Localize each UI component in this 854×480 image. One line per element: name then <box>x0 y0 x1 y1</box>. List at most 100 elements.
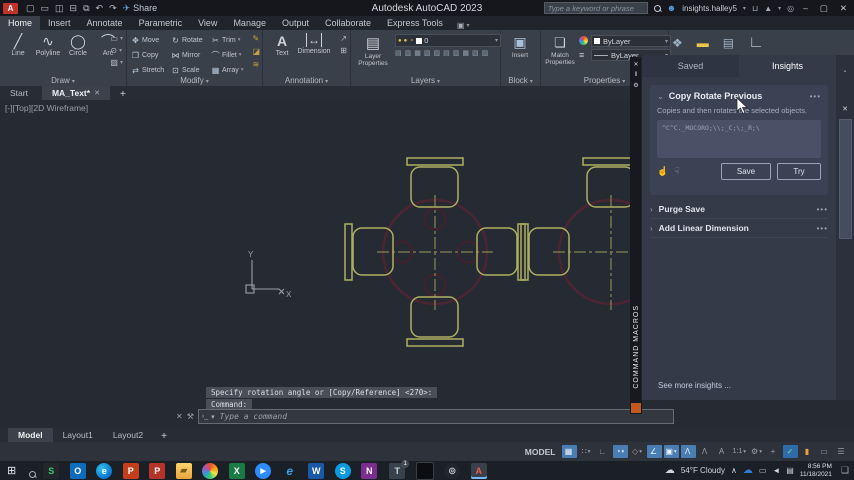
qat-icon[interactable]: ⧉ <box>83 3 89 14</box>
ribbon-extra-icon[interactable]: ∟ <box>748 34 764 52</box>
status-toggle-icon[interactable]: Λ <box>698 445 713 458</box>
status-toggle-icon[interactable]: ∠ <box>646 445 662 458</box>
table-chairs-block-partial[interactable] <box>520 157 632 310</box>
layer-tool-icon[interactable]: ▦ <box>414 49 421 57</box>
modify-tool-button[interactable]: ⌒ Fillet ▾ <box>211 48 251 62</box>
model-space-indicator[interactable]: MODEL <box>525 447 556 457</box>
layer-tool-icon[interactable]: ▤ <box>395 49 402 57</box>
annotation-extra-button[interactable]: ↗ <box>340 34 347 43</box>
palette-tab[interactable]: Saved <box>642 55 739 77</box>
draw-panel-label[interactable]: Draw ▾ <box>0 76 126 85</box>
layer-tool-icon[interactable]: ▥ <box>405 49 412 57</box>
ribbon-tab[interactable]: Insert <box>40 16 79 30</box>
save-button[interactable]: Save <box>721 163 771 180</box>
layer-tool-icon[interactable]: ▨ <box>434 49 441 57</box>
minimize-button[interactable]: – <box>800 3 811 13</box>
modify-extra-icon[interactable]: ≋ <box>252 60 260 69</box>
strip-pause-icon[interactable]: ‖ <box>635 72 637 78</box>
volume-icon[interactable]: ◄ <box>772 466 780 475</box>
search-input[interactable] <box>543 2 648 14</box>
taskbar-app-icon[interactable]: S <box>43 462 60 479</box>
taskbar-app-icon[interactable]: P <box>122 462 139 479</box>
status-toggle-icon[interactable]: ▭ <box>817 445 832 458</box>
layout-tab[interactable]: Model <box>8 428 53 442</box>
start-button[interactable]: ⊞ <box>7 464 16 477</box>
status-toggle-icon[interactable]: + <box>766 445 781 458</box>
draw-flyout-button[interactable]: ⊙ ▾ <box>110 46 123 55</box>
app-menu-button[interactable]: A <box>3 2 18 14</box>
match-properties-button[interactable]: ❏ Match Properties <box>544 34 576 66</box>
modify-tool-button[interactable]: ↻ Rotate <box>171 33 211 47</box>
layer-select-dropdown[interactable]: ● ● ⚬ 0 ▾ <box>395 34 501 47</box>
modify-extra-icon[interactable]: ✎ <box>252 34 260 43</box>
status-toggle-icon[interactable]: ▮ <box>800 445 815 458</box>
taskbar-app-icon[interactable]: ▶ <box>255 462 272 479</box>
ribbon-tab[interactable]: Home <box>0 16 41 30</box>
layers-panel-label[interactable]: Layers ▾ <box>351 76 500 85</box>
maximize-button[interactable]: ▢ <box>817 3 831 14</box>
try-button[interactable]: Try <box>777 163 821 180</box>
command-input-field[interactable]: ›_ ▾ <box>197 409 674 424</box>
onedrive-icon[interactable]: ☁ <box>743 465 753 476</box>
ribbon-tab[interactable]: View <box>190 16 225 30</box>
qat-icon[interactable]: ▢ <box>26 3 35 14</box>
file-tab[interactable]: Start <box>0 86 42 100</box>
status-toggle-icon[interactable]: ∟ <box>596 445 611 458</box>
share-button[interactable]: ✈ Share <box>123 3 158 14</box>
status-toggle-icon[interactable]: ☰ <box>834 445 849 458</box>
taskbar-app-icon[interactable]: P <box>149 462 166 479</box>
signed-in-user[interactable]: insights.halley5 <box>682 4 737 13</box>
macro-code[interactable]: ^C^C._MOCORO;\\;_C;\;_R;\ <box>657 120 821 158</box>
table-chairs-block[interactable] <box>344 157 526 347</box>
notification-center-icon[interactable]: ❏ <box>841 465 849 476</box>
taskbar-app-icon[interactable]: S <box>334 462 351 479</box>
ribbon-tab[interactable]: Manage <box>225 16 274 30</box>
new-drawing-button[interactable]: + <box>116 89 130 100</box>
drawing-canvas[interactable]: Y X <box>0 100 632 427</box>
display-icon[interactable]: ▭ <box>759 466 767 475</box>
taskbar-app-icon[interactable]: A <box>470 462 487 479</box>
status-toggle-icon[interactable]: ◇ ▾ <box>630 445 645 458</box>
palette-scrollbar[interactable] <box>838 119 852 239</box>
taskbar-app-icon[interactable]: e <box>282 463 298 479</box>
taskbar-app-icon[interactable]: N <box>361 462 378 479</box>
palette-close-icon[interactable]: ✕ <box>842 105 848 113</box>
taskbar-app-icon[interactable]: X <box>228 462 245 479</box>
expand-icon[interactable]: › <box>650 224 653 233</box>
close-button[interactable]: ✕ <box>837 3 850 14</box>
annotation-extra-button[interactable]: ⊞ <box>340 46 347 55</box>
cart-icon[interactable]: ⊔ <box>752 4 758 13</box>
layout-tab[interactable]: Layout1 <box>53 428 103 442</box>
qat-icon[interactable]: ◫ <box>55 3 64 14</box>
new-layout-button[interactable]: + <box>161 431 167 442</box>
ribbon-tab[interactable]: Parametric <box>131 16 191 30</box>
status-toggle-icon[interactable]: A <box>715 445 730 458</box>
insight-collapsed-row[interactable]: › Purge Save ••• <box>650 200 828 219</box>
notify-dropdown-icon[interactable]: ▾ <box>778 5 781 12</box>
status-toggle-icon[interactable]: ∷ ▾ <box>579 445 594 458</box>
layout-tab[interactable]: Layout2 <box>103 428 153 442</box>
layer-properties-button[interactable]: ▤ Layer Properties <box>356 34 390 67</box>
strip-gear-icon[interactable]: ⚙ <box>633 82 638 89</box>
taskbar-app-icon[interactable]: e <box>96 462 113 479</box>
object-color-dropdown[interactable]: ByLayer ▾ <box>591 35 671 47</box>
user-dropdown-icon[interactable]: ▾ <box>743 5 746 12</box>
annotation-panel-label[interactable]: Annotation ▾ <box>263 76 350 85</box>
ribbon-extra-icon[interactable]: ▬ <box>697 36 709 50</box>
modify-tool-button[interactable]: ✂ Trim ▾ <box>211 33 251 47</box>
status-toggle-icon[interactable]: ▣ ▾ <box>663 445 679 458</box>
block-panel-label[interactable]: Block ▾ <box>501 76 540 85</box>
insight-collapsed-row[interactable]: › Add Linear Dimension ••• <box>650 219 828 238</box>
modify-tool-button[interactable]: ⇄ Stretch <box>131 63 171 77</box>
modify-extra-icon[interactable]: ◪ <box>252 47 260 56</box>
dimension-tool-button[interactable]: ↔ Dimension <box>297 33 331 57</box>
clock[interactable]: 8:56 PM 11/18/2021 <box>800 463 832 479</box>
search-icon[interactable] <box>653 4 661 12</box>
file-tab[interactable]: MA_Text* ✕ <box>41 86 110 100</box>
qat-icon[interactable]: ▭ <box>41 3 50 14</box>
qat-icon[interactable]: ↷ <box>109 3 117 14</box>
draw-tool-button[interactable]: ◯ Circle <box>64 33 92 57</box>
weather-text[interactable]: 54°F Cloudy <box>681 466 725 475</box>
collapse-icon[interactable]: ⌄ <box>657 92 664 101</box>
input-icon[interactable]: ▤ <box>786 466 794 475</box>
